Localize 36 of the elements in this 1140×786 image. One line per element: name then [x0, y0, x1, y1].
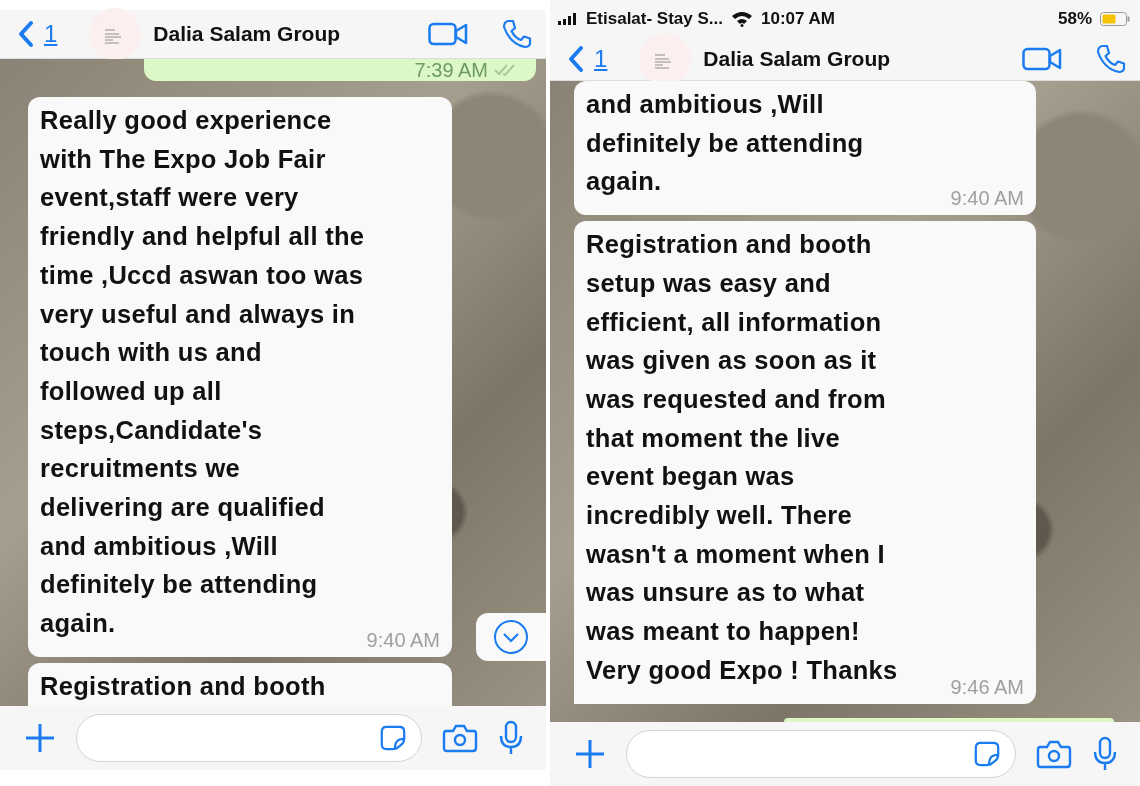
back-icon[interactable] — [568, 45, 584, 73]
chevron-down-icon — [493, 619, 529, 655]
chat-title[interactable]: Dalia Salam Group — [703, 47, 1012, 71]
plus-icon[interactable] — [24, 722, 56, 754]
carrier-name: Etisalat- Stay S... — [586, 9, 723, 29]
back-icon[interactable] — [18, 20, 34, 48]
sticker-icon[interactable] — [973, 740, 1001, 768]
message-time: 9:40 AM — [365, 628, 440, 651]
message-text: and ambitious ,Will definitely be attending again. — [586, 89, 864, 198]
message-text: Registration and booth setup was easy and efficient, all information was given as soon as it was requested and from that moment the live event began was incredibly well. There wasn't a moment when I was unsure as to what was meant to happen! Very good Expo ! Thanks — [586, 229, 898, 686]
clock-time: 10:07 AM — [761, 9, 835, 29]
phone-icon[interactable] — [1096, 44, 1126, 74]
sticker-icon[interactable] — [379, 724, 407, 752]
wifi-icon — [731, 11, 753, 27]
video-call-icon[interactable] — [428, 22, 468, 46]
camera-icon[interactable] — [442, 723, 478, 753]
message-text: Really good experience with The Expo Job Fair event,staff were very friendly and helpful all the time ,Uccd aswan too was very useful and always in touch with us and followed up all steps,Candidate's recruitments we delivering are qualified and ambitious ,Will definitely be attending again. — [40, 105, 365, 640]
phone-icon[interactable] — [502, 19, 532, 49]
message-text: Registration and booth — [40, 670, 326, 702]
signal-icon — [558, 13, 578, 25]
unread-count[interactable]: 1 — [594, 45, 608, 73]
chat-title[interactable]: Dalia Salam Group — [153, 22, 418, 46]
message-input-field[interactable] — [76, 714, 422, 762]
message-time: 9:40 AM — [949, 187, 1024, 210]
battery-percent: 58% — [1057, 9, 1092, 29]
message-input-field[interactable] — [626, 730, 1016, 778]
camera-icon[interactable] — [1036, 739, 1072, 769]
video-call-icon[interactable] — [1022, 47, 1062, 71]
message-time: 7:39 AM — [414, 59, 488, 81]
battery-icon — [1100, 12, 1130, 26]
scroll-down-button[interactable] — [476, 613, 546, 661]
plus-icon[interactable] — [574, 738, 606, 770]
unread-count[interactable]: 1 — [44, 20, 58, 48]
message-time: 9:46 AM — [949, 675, 1024, 698]
microphone-icon[interactable] — [1092, 736, 1118, 772]
microphone-icon[interactable] — [498, 720, 524, 756]
